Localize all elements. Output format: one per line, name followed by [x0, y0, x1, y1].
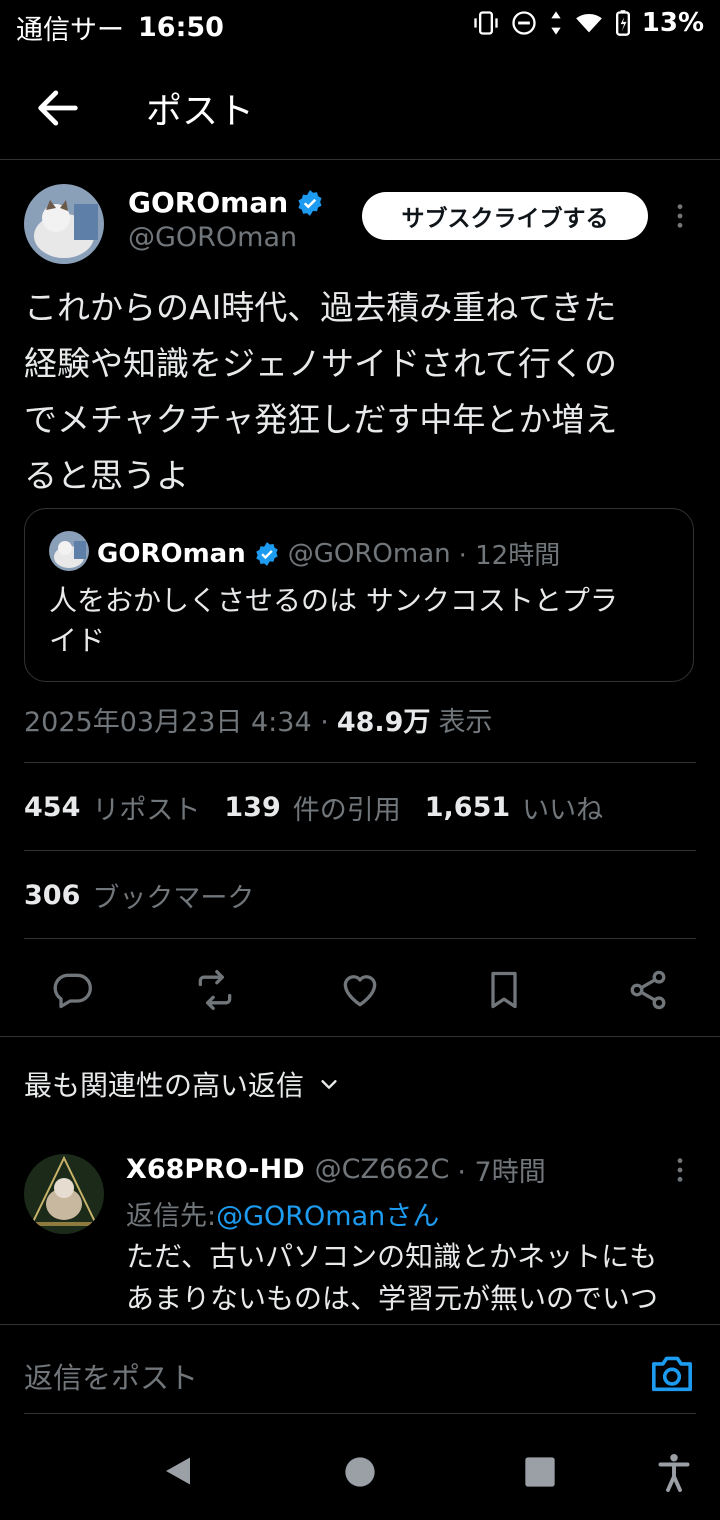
reply-item[interactable]: X68PRO-HD @CZ662C · 7時間 返信先: @GOROmanさん …: [0, 1140, 720, 1324]
views-count[interactable]: 48.9万: [337, 700, 431, 739]
status-left: 通信サー 16:50: [16, 8, 224, 47]
verified-badge-icon: [254, 541, 280, 567]
quote-header: GOROman @GOROman · 12時間: [97, 535, 560, 572]
bookmarks-label: ブックマーク: [92, 883, 255, 914]
clock: 16:50: [138, 12, 224, 43]
reply-input[interactable]: 返信をポスト: [24, 1355, 198, 1397]
data-arrows-icon: [548, 9, 564, 37]
divider: [0, 1036, 720, 1037]
quote-author-avatar: [49, 531, 89, 571]
vibrate-icon: [472, 9, 500, 37]
post-text-line: これからのAI時代、過去積み重ねてきた: [24, 288, 617, 327]
page-title: ポスト: [146, 91, 255, 132]
more-options-icon[interactable]: [664, 200, 696, 232]
system-navigation-bar: [0, 1420, 720, 1520]
reply-icon[interactable]: [50, 968, 94, 1012]
back-button[interactable]: [32, 82, 84, 134]
reply-author-handle: @CZ662C: [314, 1154, 450, 1185]
share-icon[interactable]: [626, 968, 670, 1012]
author-name[interactable]: GOROman: [128, 186, 288, 219]
post-text-line: ると思うよ: [24, 456, 189, 495]
bookmark-icon[interactable]: [482, 968, 526, 1012]
reposts-label: リポスト: [92, 795, 201, 826]
quote-time: · 12時間: [458, 541, 561, 571]
chevron-down-icon: [318, 1073, 340, 1095]
reply-to-prefix: 返信先:: [126, 1201, 217, 1232]
reply-author-name[interactable]: X68PRO-HD: [126, 1154, 305, 1185]
status-bar: 通信サー 16:50 13%: [0, 0, 720, 52]
reply-text-line: あまりないものは、学習元が無いのでいつ: [126, 1282, 659, 1315]
post-meta: 2025年03月23日 4:34 · 48.9万 表示: [24, 700, 492, 739]
reposts-count: 454: [24, 792, 81, 823]
author-avatar[interactable]: [24, 184, 104, 264]
nav-recents-icon[interactable]: [524, 1456, 556, 1488]
author-handle: @GOROman: [128, 222, 298, 253]
likes-label: いいね: [522, 795, 604, 826]
battery-percent: 13%: [641, 8, 704, 38]
reply-compose-bar: 返信をポスト: [0, 1324, 720, 1415]
wifi-icon: [574, 9, 604, 37]
likes-count: 1,651: [424, 792, 511, 823]
reply-header: X68PRO-HD @CZ662C · 7時間: [126, 1150, 546, 1189]
battery-icon: [614, 9, 632, 37]
repost-icon[interactable]: [192, 968, 238, 1012]
quote-text-line: 人をおかしくさせるのは サンクコストとプラ: [49, 584, 618, 617]
quoted-post[interactable]: GOROman @GOROman · 12時間 人をおかしくさせるのは サンクコ…: [24, 508, 694, 682]
likes-stat[interactable]: 1,651 いいね: [425, 788, 603, 827]
reply-sort-dropdown[interactable]: 最も関連性の高い返信: [24, 1064, 340, 1104]
quote-text: 人をおかしくさせるのは サンクコストとプラ イド: [49, 581, 669, 661]
quote-author-name: GOROman: [97, 538, 246, 569]
nav-home-icon[interactable]: [344, 1456, 376, 1488]
author-name-row: GOROman: [128, 186, 324, 219]
bookmarks-stat[interactable]: 306 ブックマーク: [24, 876, 254, 915]
subscribe-button[interactable]: サブスクライブする: [362, 192, 648, 240]
divider: [24, 938, 696, 939]
post-text: これからのAI時代、過去積み重ねてきた 経験や知識をジェノサイドされて行くの で…: [24, 280, 696, 504]
action-bar: [0, 960, 720, 1020]
reply-time: · 7時間: [457, 1157, 546, 1188]
reply-text-line: ただ、古いパソコンの知識とかネットにも: [126, 1240, 658, 1273]
dnd-icon: [510, 9, 538, 37]
like-icon[interactable]: [338, 968, 382, 1012]
reposts-stat[interactable]: 454 リポスト: [24, 788, 200, 827]
views-label: 表示: [438, 707, 493, 738]
post-datetime: 2025年03月23日 4:34 ·: [24, 707, 329, 738]
quotes-label: 件の引用: [292, 795, 401, 826]
engagement-stats: 454 リポスト 139 件の引用 1,651 いいね: [24, 788, 603, 827]
quotes-stat[interactable]: 139 件の引用: [224, 788, 400, 827]
accessibility-icon[interactable]: [656, 1452, 692, 1492]
reply-to-handle[interactable]: @GOROmanさん: [216, 1194, 439, 1233]
verified-badge-icon: [296, 189, 324, 217]
reply-sort-label: 最も関連性の高い返信: [24, 1069, 305, 1102]
camera-icon[interactable]: [650, 1353, 694, 1393]
divider: [24, 1413, 696, 1414]
quote-text-line: イド: [49, 624, 106, 657]
bookmarks-count: 306: [24, 880, 81, 911]
divider: [24, 762, 696, 763]
nav-back-icon[interactable]: [160, 1452, 196, 1490]
post-text-line: 経験や知識をジェノサイドされて行くの: [24, 344, 618, 383]
reply-more-options-icon[interactable]: [664, 1154, 696, 1186]
top-app-bar: ポスト: [0, 60, 720, 160]
quote-author-handle: @GOROman: [287, 538, 451, 569]
status-right: 13%: [472, 8, 704, 38]
carrier-label: 通信サー: [16, 15, 124, 46]
reply-to-line: 返信先: @GOROmanさん: [126, 1194, 439, 1233]
reply-author-avatar[interactable]: [24, 1154, 104, 1234]
reply-text: ただ、古いパソコンの知識とかネットにも あまりないものは、学習元が無いのでいつ: [126, 1236, 706, 1320]
quotes-count: 139: [224, 792, 281, 823]
post-text-line: でメチャクチャ発狂しだす中年とか増え: [24, 400, 618, 439]
divider: [24, 850, 696, 851]
